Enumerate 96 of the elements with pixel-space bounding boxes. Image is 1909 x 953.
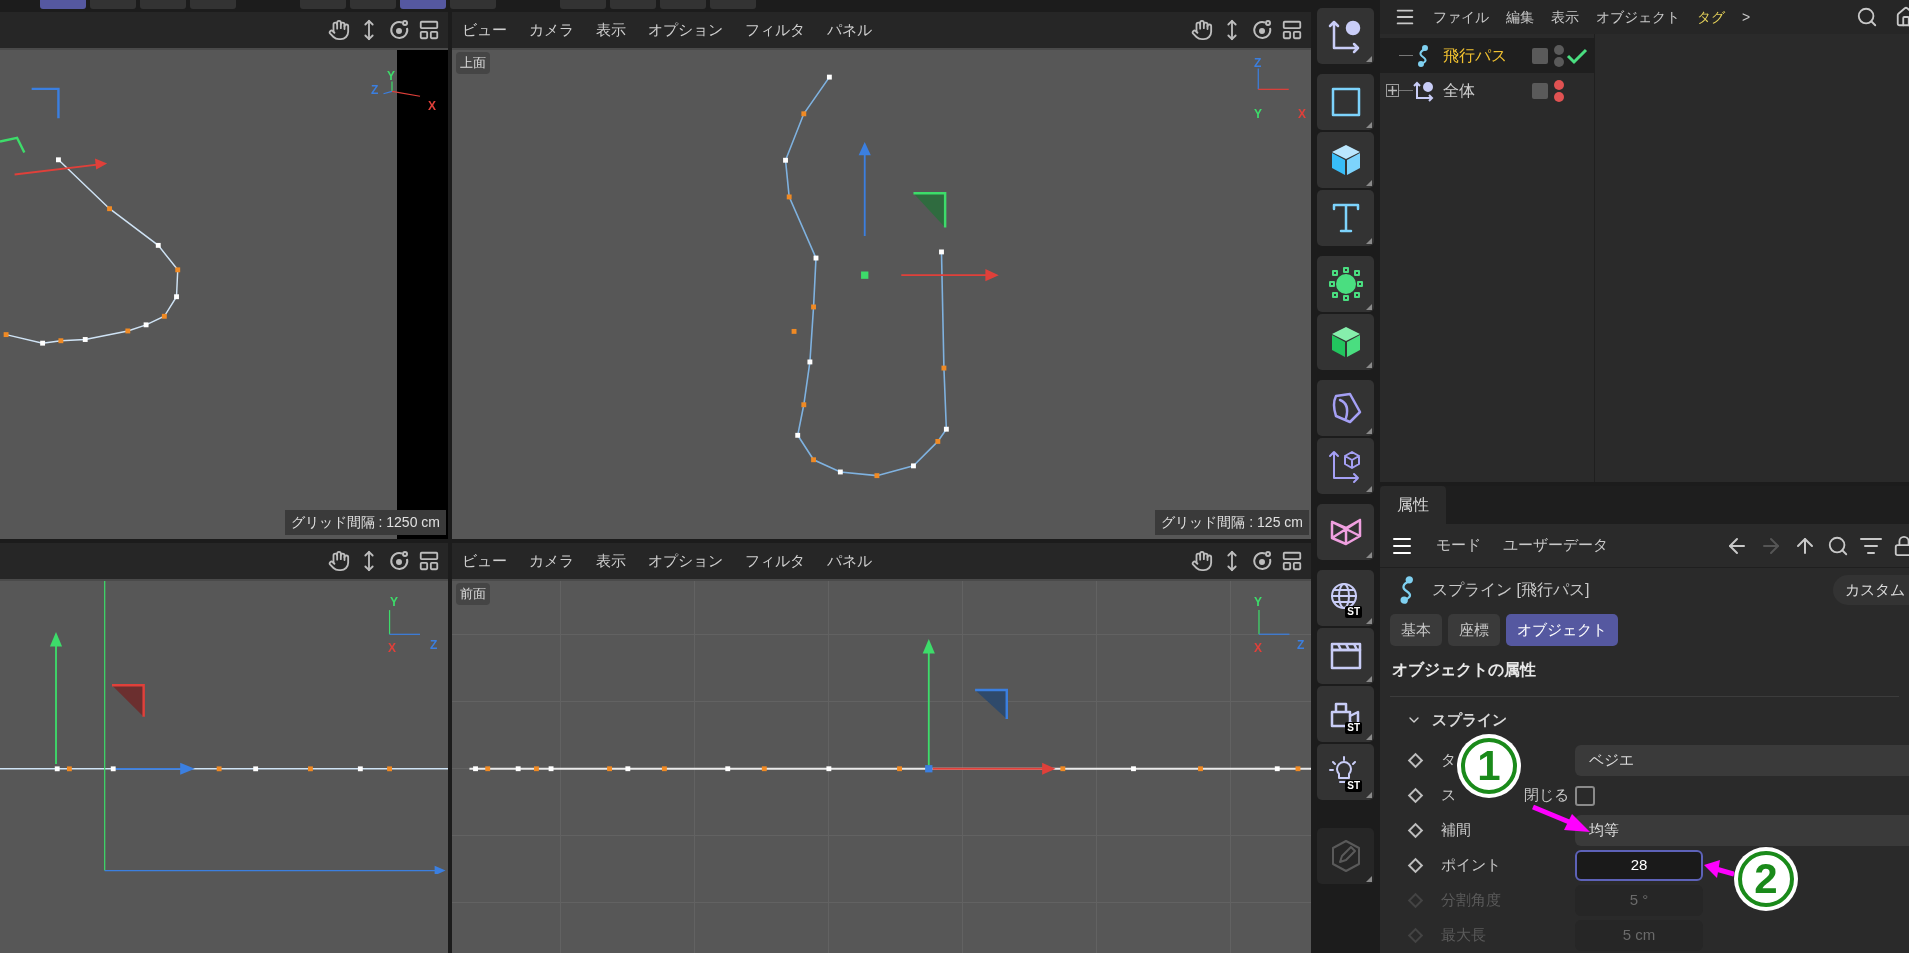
- axis-label: X: [388, 642, 396, 654]
- more-menu[interactable]: >: [1742, 6, 1751, 28]
- number-field[interactable]: 28: [1575, 850, 1703, 881]
- dropdown-field[interactable]: ベジエ: [1575, 745, 1909, 776]
- view-label: 前面: [456, 583, 490, 605]
- tool-button[interactable]: [1317, 628, 1374, 684]
- attribute-tab[interactable]: オブジェクト: [1506, 614, 1618, 646]
- axis-label: X: [1254, 642, 1262, 654]
- pan-icon[interactable]: [1191, 550, 1213, 572]
- menu-item[interactable]: パネル: [827, 18, 872, 42]
- object-name: 全体: [1443, 80, 1475, 101]
- tool-button[interactable]: [1317, 504, 1374, 560]
- menu-item[interactable]: ビュー: [462, 549, 507, 573]
- menu-item[interactable]: 編集: [1506, 6, 1534, 28]
- axis-label: Z: [430, 639, 438, 651]
- tool-button[interactable]: [1317, 438, 1374, 494]
- menu-item[interactable]: オプション: [648, 549, 723, 573]
- axis-label: Z: [371, 84, 379, 96]
- panel-tab[interactable]: 属性: [1380, 486, 1446, 524]
- menu-item[interactable]: カメラ: [529, 18, 574, 42]
- menu-item[interactable]: タグ: [1697, 6, 1725, 28]
- axis-label: X: [1298, 108, 1306, 120]
- menu-item[interactable]: 表示: [596, 549, 626, 573]
- axis-label: Y: [1254, 108, 1262, 120]
- checkbox[interactable]: [1575, 785, 1595, 806]
- callout-number: 2: [1734, 847, 1798, 911]
- attribute-tab[interactable]: 基本: [1390, 614, 1442, 646]
- tool-button[interactable]: [1317, 380, 1374, 436]
- axis-label: Z: [1254, 57, 1262, 69]
- axis-label: Y: [390, 596, 398, 608]
- layout-icon[interactable]: [1281, 19, 1303, 41]
- menu-item[interactable]: ユーザーデータ: [1503, 534, 1608, 557]
- layout-icon[interactable]: [418, 19, 440, 41]
- lock-icon[interactable]: [1893, 534, 1909, 557]
- menu-item[interactable]: モード: [1436, 534, 1481, 557]
- view-label: 上面: [456, 52, 490, 74]
- axis-label: X: [428, 100, 436, 112]
- grid-spacing-label: グリッド間隔 : 1250 cm: [284, 510, 446, 535]
- pan-icon[interactable]: [328, 19, 350, 41]
- check-icon[interactable]: [1566, 46, 1588, 65]
- pan-icon[interactable]: [1191, 19, 1213, 41]
- menu-item[interactable]: パネル: [827, 549, 872, 573]
- axis-label: Y: [387, 70, 395, 82]
- search-icon[interactable]: [1856, 6, 1878, 28]
- st-badge: ST: [1345, 606, 1362, 618]
- axis-label: Y: [1254, 596, 1262, 608]
- expand-toggle[interactable]: [1386, 84, 1399, 97]
- menu-item[interactable]: カメラ: [529, 549, 574, 573]
- field-label: ス: [1441, 785, 1456, 806]
- pan-icon[interactable]: [328, 550, 350, 572]
- layout-icon[interactable]: [418, 550, 440, 572]
- object-title: スプライン [飛行パス]: [1432, 580, 1590, 600]
- rotate-icon[interactable]: [1251, 550, 1273, 572]
- grid-spacing-label: グリッド間隔 : 125 cm: [1155, 510, 1309, 535]
- axis-label: Z: [1297, 639, 1305, 651]
- field-label: 閉じる: [1524, 785, 1569, 806]
- tool-button[interactable]: [1317, 74, 1374, 130]
- menu-item[interactable]: ビュー: [462, 18, 507, 42]
- edit-tag-icon: [1532, 47, 1548, 64]
- group-heading[interactable]: スプライン: [1432, 712, 1507, 728]
- callout-number: 1: [1457, 734, 1521, 798]
- menu-item[interactable]: オブジェクト: [1596, 6, 1680, 28]
- field-label: 補間: [1441, 820, 1471, 841]
- rotate-icon[interactable]: [388, 550, 410, 572]
- tool-button[interactable]: [1317, 314, 1374, 370]
- dropdown-field[interactable]: 均等: [1575, 815, 1909, 846]
- edit-tag-icon: [1532, 82, 1548, 99]
- object-row[interactable]: 全体: [1380, 73, 1594, 108]
- menu-item[interactable]: 表示: [596, 18, 626, 42]
- tool-button[interactable]: ST: [1317, 744, 1374, 800]
- layout-icon[interactable]: [1281, 550, 1303, 572]
- menu-item[interactable]: 表示: [1551, 6, 1579, 28]
- menu-item[interactable]: オプション: [648, 18, 723, 42]
- tool-button[interactable]: ST: [1317, 570, 1374, 626]
- tool-button[interactable]: [1317, 256, 1374, 312]
- object-row[interactable]: 飛行パス: [1380, 38, 1594, 73]
- attribute-tab[interactable]: 座標: [1448, 614, 1500, 646]
- tool-button[interactable]: [1317, 8, 1374, 64]
- menu-item[interactable]: フィルタ: [745, 18, 805, 42]
- tool-button[interactable]: ST: [1317, 686, 1374, 742]
- tool-button[interactable]: [1317, 190, 1374, 246]
- rotate-icon[interactable]: [388, 19, 410, 41]
- field-label: ポイント: [1441, 855, 1501, 876]
- generator-icon: [1327, 266, 1364, 302]
- null-object-icon: [1413, 79, 1435, 102]
- field-label: タ: [1441, 750, 1456, 771]
- st-badge: ST: [1345, 780, 1362, 792]
- menu-item[interactable]: フィルタ: [745, 549, 805, 573]
- st-badge: ST: [1345, 722, 1362, 734]
- section-heading: オブジェクトの属性: [1392, 661, 1536, 678]
- custom-button[interactable]: カスタム: [1833, 575, 1909, 605]
- menu-item[interactable]: ファイル: [1433, 6, 1489, 28]
- tool-button[interactable]: [1317, 132, 1374, 188]
- search-icon[interactable]: [1827, 534, 1849, 557]
- object-name: 飛行パス: [1443, 45, 1507, 66]
- rotate-icon[interactable]: [1251, 19, 1273, 41]
